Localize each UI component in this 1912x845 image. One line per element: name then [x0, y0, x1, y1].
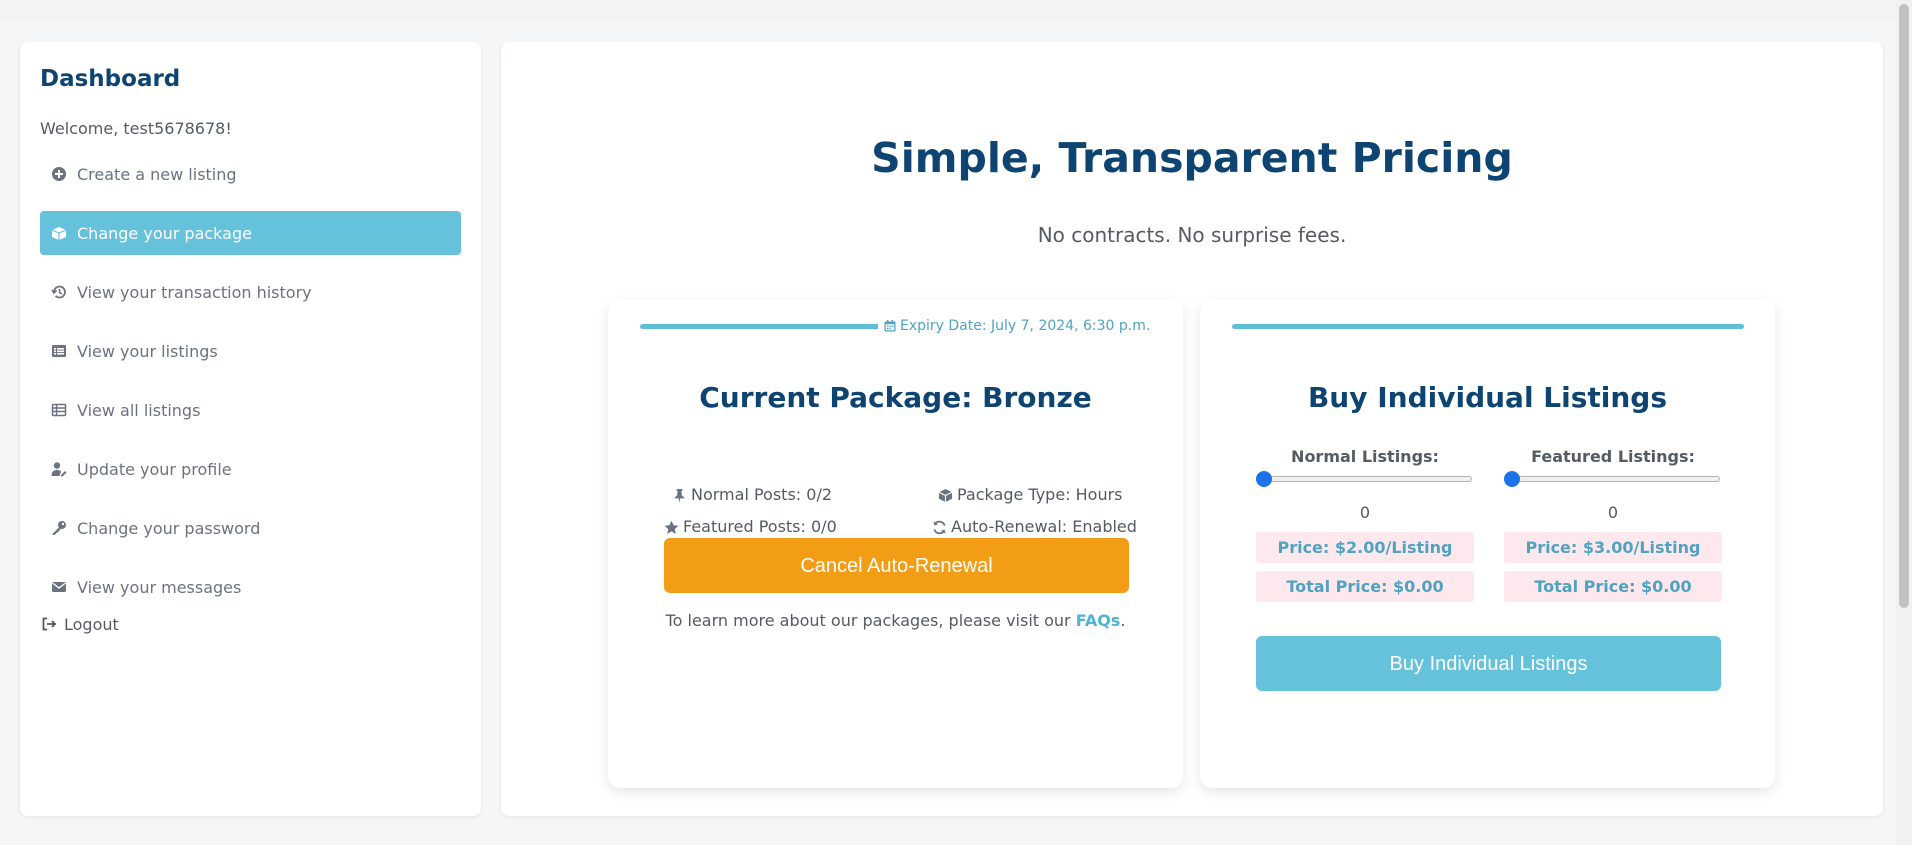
- scrollbar-thumb[interactable]: [1899, 4, 1909, 608]
- buy-listings-title: Buy Individual Listings: [1307, 381, 1668, 414]
- plus-circle-icon: [49, 165, 69, 183]
- sidebar-item-label: View your messages: [77, 577, 242, 597]
- sidebar-item-label: View all listings: [77, 400, 201, 420]
- sidebar-item-all-listings[interactable]: View all listings: [40, 388, 461, 432]
- sidebar-item-change-password[interactable]: Change your password: [40, 506, 461, 550]
- list-alt-icon: [49, 342, 69, 360]
- normal-posts-stat: Normal Posts: 0/2: [672, 484, 832, 506]
- normal-listing-price: Price: $2.00/Listing: [1256, 532, 1474, 563]
- page-scrollbar[interactable]: [1896, 0, 1912, 845]
- normal-listings-count: 0: [1359, 503, 1371, 522]
- thumbtack-icon: [674, 488, 685, 503]
- current-package-card: Expiry Date: July 7, 2024, 6:30 p.m. Cur…: [608, 300, 1183, 788]
- current-package-title: Current Package: Bronze: [699, 381, 1092, 414]
- featured-posts-stat: Featured Posts: 0/0: [664, 516, 837, 538]
- featured-posts-text: Featured Posts: 0/0: [683, 517, 837, 536]
- sidebar-item-update-profile[interactable]: Update your profile: [40, 447, 461, 491]
- table-list-icon: [49, 401, 69, 419]
- top-bar: [0, 0, 1896, 20]
- featured-listings-label: Featured Listings:: [1531, 447, 1695, 466]
- logout-label: Logout: [64, 614, 119, 634]
- expiry-text: Expiry Date: July 7, 2024, 6:30 p.m.: [900, 318, 1151, 334]
- auto-renewal-text: Auto-Renewal: Enabled: [951, 517, 1137, 536]
- auto-renewal-stat: Auto-Renewal: Enabled: [932, 516, 1137, 538]
- main-panel: Simple, Transparent Pricing No contracts…: [501, 42, 1883, 816]
- faq-text: To learn more about our packages, please…: [665, 611, 1076, 630]
- package-type-stat: Package Type: Hours: [938, 484, 1123, 506]
- welcome-message: Welcome, test5678678!: [40, 119, 232, 138]
- card-accent-bar: [1232, 324, 1744, 329]
- featured-total-price: Total Price: $0.00: [1504, 571, 1722, 602]
- featured-listing-price: Price: $3.00/Listing: [1504, 532, 1722, 563]
- page-title: Simple, Transparent Pricing: [871, 134, 1513, 182]
- sidebar-item-label: View your listings: [77, 341, 218, 361]
- buy-individual-listings-button[interactable]: Buy Individual Listings: [1256, 636, 1721, 691]
- page-subtitle: No contracts. No surprise fees.: [1037, 223, 1347, 247]
- normal-listings-label: Normal Listings:: [1291, 447, 1439, 466]
- sidebar-title: Dashboard: [40, 66, 181, 92]
- envelope-icon: [49, 578, 69, 596]
- box-open-icon: [49, 224, 69, 242]
- normal-total-price: Total Price: $0.00: [1256, 571, 1474, 602]
- package-type-text: Package Type: Hours: [957, 485, 1123, 504]
- slider-track[interactable]: [1506, 476, 1720, 482]
- faq-end: .: [1120, 611, 1126, 630]
- logout-link[interactable]: Logout: [40, 612, 461, 636]
- normal-posts-text: Normal Posts: 0/2: [691, 485, 833, 504]
- sidebar-item-label: Create a new listing: [77, 164, 237, 184]
- buy-listings-card: Buy Individual Listings Normal Listings:…: [1200, 300, 1775, 788]
- sidebar-item-transaction-history[interactable]: View your transaction history: [40, 270, 461, 314]
- normal-listings-column: Normal Listings: 0 Price: $2.00/Listing …: [1256, 446, 1474, 602]
- sign-out-icon: [40, 615, 58, 633]
- normal-listings-slider[interactable]: [1256, 471, 1474, 487]
- sidebar-item-your-listings[interactable]: View your listings: [40, 329, 461, 373]
- sidebar-item-change-package[interactable]: Change your package: [40, 211, 461, 255]
- slider-track[interactable]: [1258, 476, 1472, 482]
- sidebar-item-label: View your transaction history: [77, 282, 312, 302]
- featured-listings-count: 0: [1607, 503, 1619, 522]
- sidebar-item-messages[interactable]: View your messages: [40, 565, 461, 609]
- star-icon: [664, 520, 679, 534]
- sidebar-item-label: Update your profile: [77, 459, 232, 479]
- history-icon: [49, 283, 69, 301]
- sidebar: Dashboard Welcome, test5678678! Create a…: [20, 42, 481, 816]
- sidebar-item-label: Change your password: [77, 518, 261, 538]
- sync-icon: [933, 520, 946, 534]
- calendar-icon: [884, 320, 896, 332]
- sidebar-item-create-listing[interactable]: Create a new listing: [40, 152, 461, 196]
- slider-thumb[interactable]: [1256, 471, 1272, 487]
- featured-listings-column: Featured Listings: 0 Price: $3.00/Listin…: [1504, 446, 1722, 602]
- slider-thumb[interactable]: [1504, 471, 1520, 487]
- featured-listings-slider[interactable]: [1504, 471, 1722, 487]
- faq-note: To learn more about our packages, please…: [608, 610, 1183, 632]
- expiry-date: Expiry Date: July 7, 2024, 6:30 p.m.: [878, 316, 1157, 336]
- cube-icon: [938, 488, 953, 502]
- faq-link[interactable]: FAQs: [1076, 611, 1121, 630]
- cancel-auto-renewal-button[interactable]: Cancel Auto-Renewal: [664, 538, 1129, 593]
- sidebar-item-label: Change your package: [77, 223, 252, 243]
- key-icon: [49, 519, 69, 537]
- user-edit-icon: [49, 460, 69, 478]
